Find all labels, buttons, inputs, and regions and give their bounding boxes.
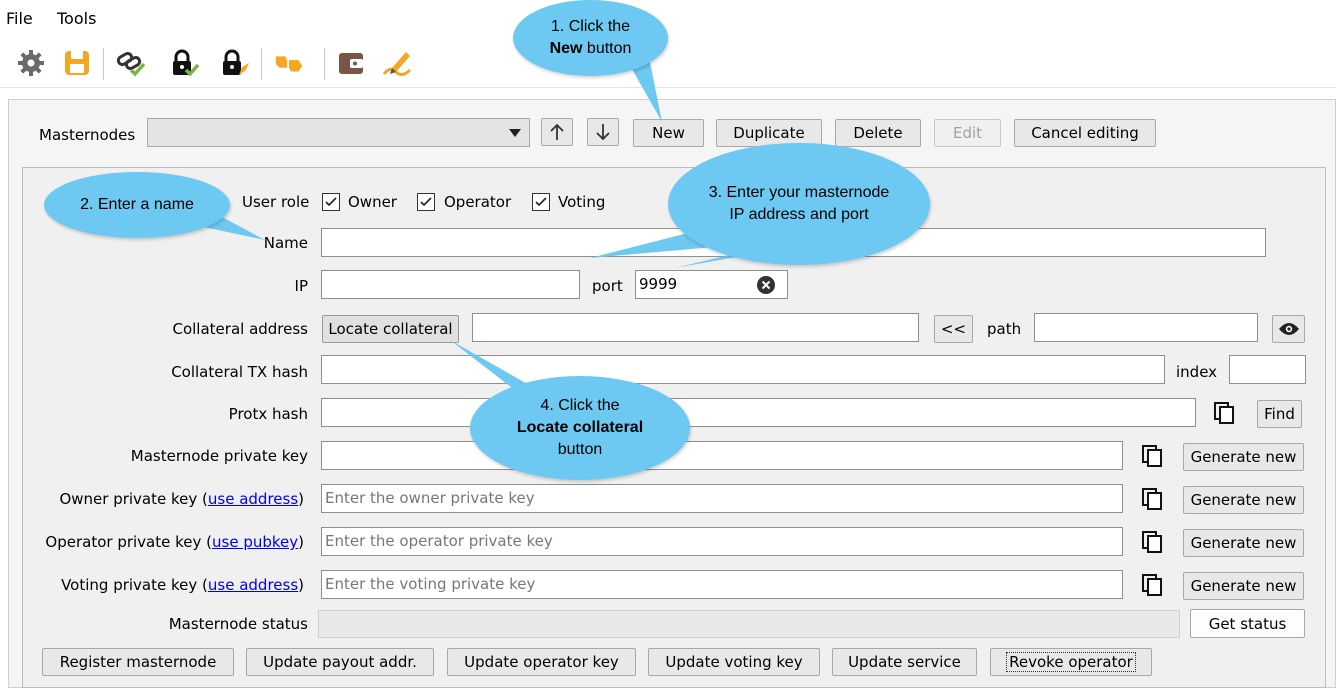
callout-locate-line3: button: [557, 441, 603, 458]
callout-new-rest: button: [582, 40, 632, 57]
callout-ip-line1: 3. Enter your masternode: [708, 184, 890, 201]
callout-tails: [180, 62, 775, 394]
callout-name-text: 2. Enter a name: [80, 196, 194, 213]
callout-locate: 4. Click the Locate collateral button: [470, 376, 690, 480]
callout-name: 2. Enter a name: [44, 172, 230, 238]
callout-ip: 3. Enter your masternode IP address and …: [668, 143, 930, 265]
callout-new-bold: New: [549, 40, 583, 57]
callout-new-line1: 1. Click the: [550, 18, 631, 35]
callout-locate-bold: Locate collateral: [516, 419, 644, 436]
callout-ip-line2: IP address and port: [729, 206, 869, 223]
callout-new: 1. Click the New button: [513, 0, 668, 76]
callout-locate-line1: 4. Click the: [540, 397, 620, 414]
callout-new-line2: New button: [550, 38, 632, 60]
